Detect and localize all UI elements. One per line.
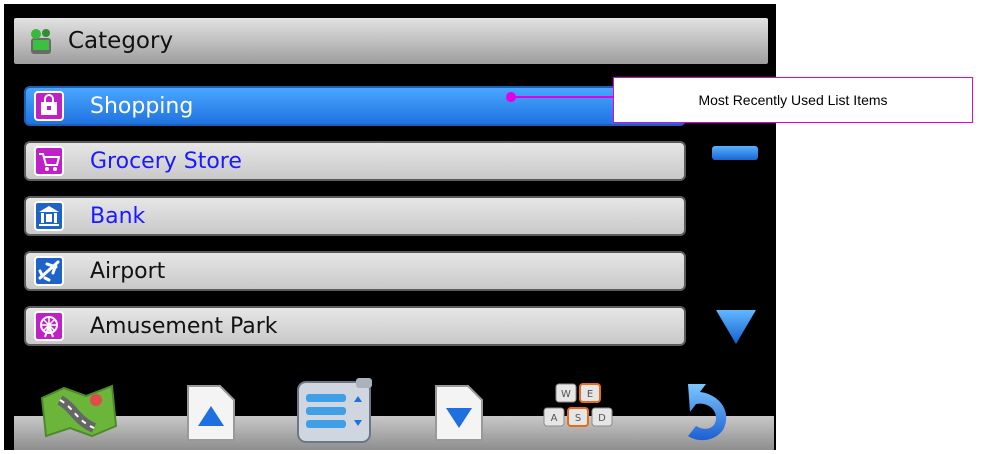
shopping-cart-icon: [34, 146, 64, 176]
device-screen: Category Shopping Grocery Store Bank Air…: [4, 4, 776, 450]
keyboard-icon[interactable]: W E A S D: [538, 380, 624, 446]
shopping-bag-icon: [34, 91, 64, 121]
page-title: Category: [68, 28, 174, 54]
scroll-indicator[interactable]: [712, 146, 758, 160]
page-up-icon[interactable]: [184, 382, 238, 444]
list-item-label: Grocery Store: [90, 149, 242, 174]
airplane-icon: [34, 256, 64, 286]
callout-text: Most Recently Used List Items: [698, 92, 888, 108]
list-item-amusement-park[interactable]: Amusement Park: [24, 306, 686, 346]
key-label: W: [561, 389, 571, 400]
callout-label: Most Recently Used List Items: [613, 77, 973, 123]
list-item-grocery-store[interactable]: Grocery Store: [24, 141, 686, 181]
list-item-label: Bank: [90, 204, 146, 229]
list-item-bank[interactable]: Bank: [24, 196, 686, 236]
key-label: S: [575, 413, 581, 424]
bottom-toolbar: [14, 416, 774, 450]
back-arrow-icon[interactable]: [678, 378, 742, 448]
key-label: D: [598, 413, 606, 424]
list-item-label: Shopping: [90, 94, 194, 119]
key-label: E: [587, 389, 593, 400]
page-down-icon[interactable]: [432, 382, 486, 444]
list-item-label: Airport: [90, 259, 166, 284]
list-item-airport[interactable]: Airport: [24, 251, 686, 291]
key-label: A: [551, 413, 558, 424]
header-bar: Category: [14, 18, 768, 64]
ferris-wheel-icon: [34, 311, 64, 341]
callout-line: [510, 96, 614, 98]
list-icon[interactable]: [294, 376, 374, 446]
list-item-shopping[interactable]: Shopping: [24, 86, 686, 126]
list-item-label: Amusement Park: [90, 314, 278, 339]
scroll-down-arrow-icon[interactable]: [716, 310, 756, 344]
bank-icon: [34, 201, 64, 231]
category-icon: [31, 29, 51, 54]
map-icon[interactable]: [36, 376, 122, 442]
